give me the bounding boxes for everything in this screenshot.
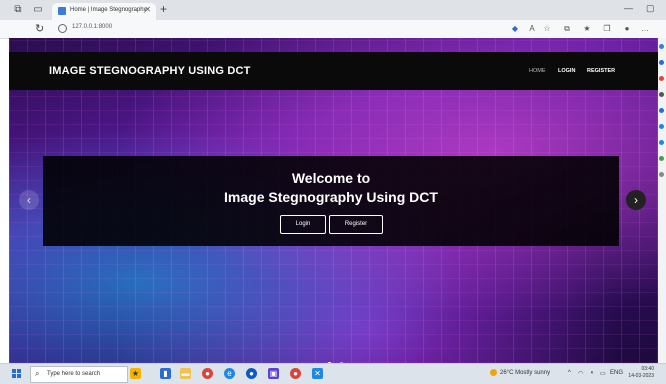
sun-icon <box>490 369 497 376</box>
carousel-indicators <box>327 354 347 363</box>
favorite-star-icon[interactable]: ☆ <box>542 24 552 34</box>
weather-widget[interactable]: 26°C Mostly sunny <box>490 369 550 376</box>
volume-icon[interactable]: ◖ <box>590 370 594 376</box>
new-tab-icon[interactable]: + <box>160 2 167 16</box>
windows-taskbar: ⌕ Type here to search ★ ▮ ▬ ● e ● ▣ ● ✕ … <box>0 363 666 384</box>
weather-text: 26°C Mostly sunny <box>500 370 551 377</box>
network-icon[interactable]: ◠ <box>578 370 583 377</box>
split-screen-icon[interactable]: ⧉ <box>562 24 572 34</box>
nav-login-link[interactable]: LOGIN <box>558 68 575 74</box>
read-aloud-icon[interactable]: A <box>527 24 537 34</box>
clock-date: 14-03-2023 <box>628 373 654 379</box>
favorites-icon[interactable]: ★ <box>582 24 592 34</box>
taskbar-search-placeholder: Type here to search <box>47 371 101 377</box>
chrome-profile-icon[interactable]: ● <box>290 368 301 379</box>
hero-caption-panel: Welcome to Image Stegnography Using DCT … <box>43 156 619 246</box>
browser-tab-bar: ⧉ ▭ Home | Image Stegnography ✕ + — ▢ <box>0 0 666 20</box>
minimize-icon[interactable]: — <box>624 3 633 13</box>
site-navbar: IMAGE STEGNOGRAPHY USING DCT HOME LOGIN … <box>9 52 658 90</box>
sidebar-app-icon[interactable] <box>659 156 664 161</box>
web-page: IMAGE STEGNOGRAPHY USING DCT HOME LOGIN … <box>9 38 658 363</box>
nav-home-link[interactable]: HOME <box>529 68 546 74</box>
maximize-icon[interactable]: ▢ <box>646 3 655 14</box>
sidebar-tools-icon[interactable] <box>659 76 664 81</box>
hero-welcome-heading: Welcome to <box>291 170 371 186</box>
search-icon: ⌕ <box>35 369 40 378</box>
hero-login-button[interactable]: Login <box>280 215 326 234</box>
browser-sidebar <box>658 38 666 363</box>
edge-dev-icon[interactable]: ● <box>246 368 257 379</box>
address-bar: ↻ 127.0.0.1:8000 ◆ A ☆ ⧉ ★ ❐ ● … <box>0 20 666 39</box>
clock-time: 03:40 <box>641 366 654 372</box>
url-text: 127.0.0.1:8000 <box>72 24 113 30</box>
sidebar-drop-icon[interactable] <box>659 140 664 145</box>
sidebar-office-icon[interactable] <box>659 108 664 113</box>
edge-icon[interactable]: e <box>224 368 235 379</box>
collections-icon[interactable]: ❐ <box>602 24 612 34</box>
sidebar-shopping-icon[interactable] <box>659 60 664 65</box>
taskbar-clock[interactable]: 03:40 14-03-2023 <box>626 366 654 380</box>
chrome-icon[interactable]: ● <box>202 368 213 379</box>
tab-favicon-icon <box>58 7 66 15</box>
tray-chevron-icon[interactable]: ^ <box>568 370 571 376</box>
sidebar-search-icon[interactable] <box>659 44 664 49</box>
carousel-next-icon[interactable]: › <box>626 190 646 210</box>
sidebar-add-icon[interactable] <box>659 172 664 177</box>
site-info-icon[interactable] <box>58 24 67 33</box>
tab-close-icon[interactable]: ✕ <box>144 5 151 14</box>
task-view-icon[interactable]: ▮ <box>160 368 171 379</box>
extension-icon[interactable]: ◆ <box>510 24 520 34</box>
file-explorer-icon[interactable]: ▬ <box>180 368 191 379</box>
tab-actions-icon[interactable]: ▭ <box>32 4 44 16</box>
language-indicator[interactable]: ENG <box>610 370 623 376</box>
url-field[interactable]: 127.0.0.1:8000 <box>56 22 496 35</box>
battery-icon[interactable]: ▭ <box>600 370 606 377</box>
hero-register-button[interactable]: Register <box>329 215 383 234</box>
taskbar-widget-icon[interactable]: ★ <box>130 368 141 379</box>
browser-tab-home[interactable]: Home | Image Stegnography ✕ <box>52 3 156 20</box>
site-brand[interactable]: IMAGE STEGNOGRAPHY USING DCT <box>49 65 251 77</box>
store-icon[interactable]: ▣ <box>268 368 279 379</box>
carousel-prev-icon[interactable]: ‹ <box>19 190 39 210</box>
sidebar-outlook-icon[interactable] <box>659 124 664 129</box>
sidebar-games-icon[interactable] <box>659 92 664 97</box>
profile-icon[interactable]: ● <box>622 24 632 34</box>
windows-start-icon[interactable] <box>12 369 22 379</box>
vscode-icon[interactable]: ✕ <box>312 368 323 379</box>
nav-register-link[interactable]: REGISTER <box>587 68 615 74</box>
taskbar-search-box[interactable]: ⌕ Type here to search <box>30 366 128 383</box>
more-menu-icon[interactable]: … <box>640 24 650 34</box>
workspaces-icon[interactable]: ⧉ <box>12 4 24 16</box>
hero-title: Image Stegnography Using DCT <box>224 189 438 205</box>
tab-title: Home | Image Stegnography <box>70 7 147 13</box>
reload-icon[interactable]: ↻ <box>35 22 44 35</box>
